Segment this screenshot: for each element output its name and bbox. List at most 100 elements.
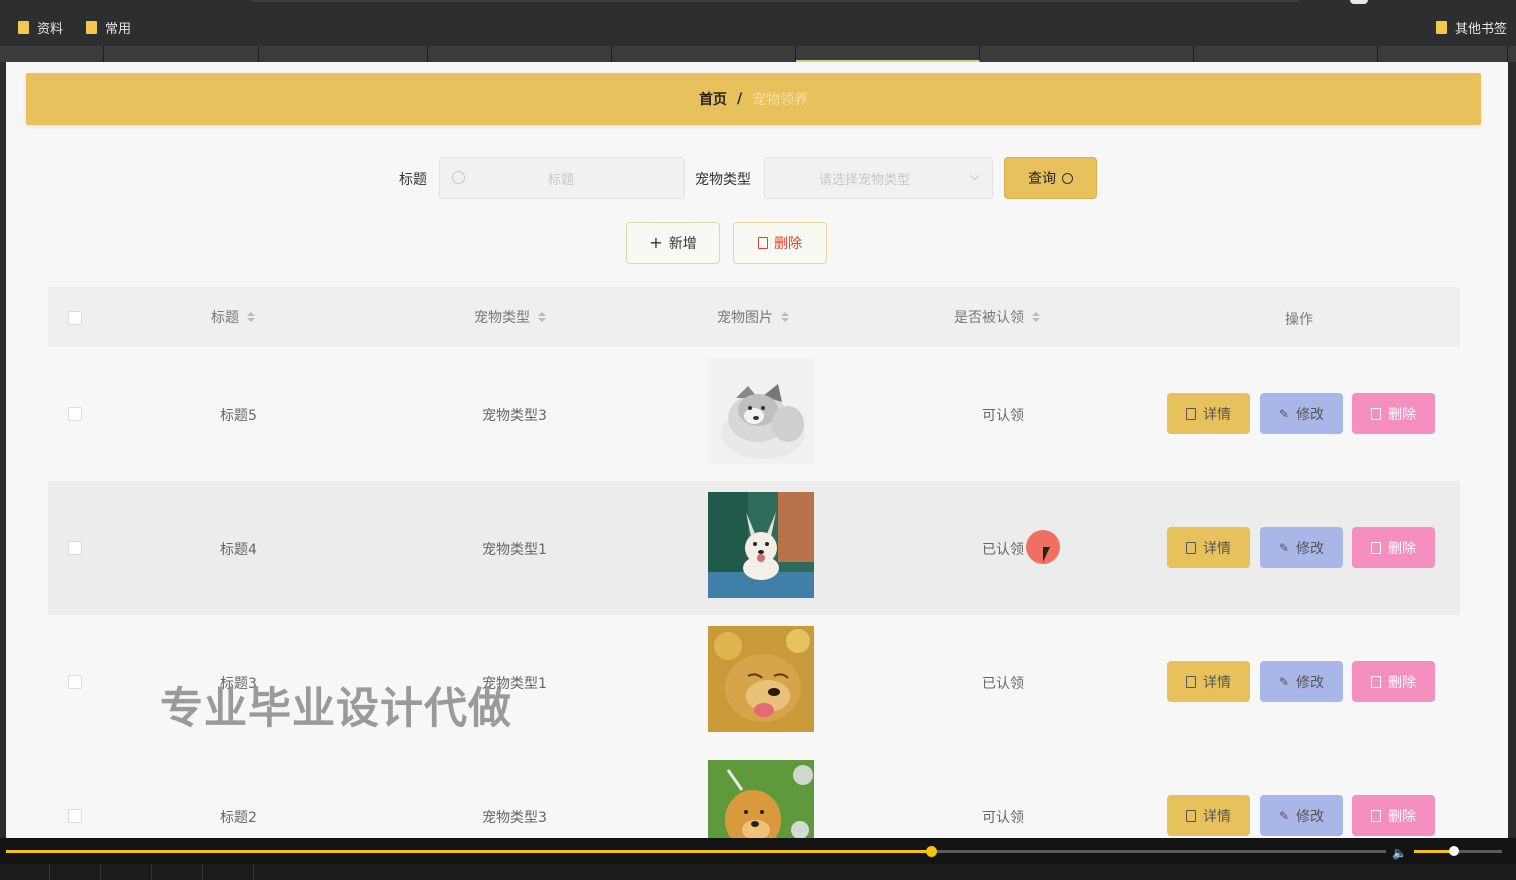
add-button[interactable]: + 新增 [626, 222, 720, 264]
pencil-icon: ✎ [1278, 406, 1290, 421]
delete-label: 删除 [1388, 674, 1416, 691]
sort-icon[interactable] [247, 312, 255, 322]
row-checkbox[interactable] [68, 407, 82, 421]
taskbar-item[interactable] [50, 864, 101, 880]
table-row[interactable]: 标题4 宠物类型1 已认领 详情 ✎ 修改 删除 [48, 481, 1460, 615]
delete-button[interactable]: 删除 [1352, 795, 1435, 836]
edit-button[interactable]: ✎ 修改 [1260, 393, 1343, 434]
query-button-label: 查询 [1028, 171, 1056, 187]
breadcrumb-home[interactable]: 首页 [699, 89, 727, 109]
row-type: 宠物类型3 [482, 810, 547, 826]
progress-fill [6, 850, 931, 853]
search-icon [1062, 172, 1073, 184]
bookmark-changyong[interactable]: 常用 [86, 18, 131, 37]
breadcrumb-separator: / [736, 91, 743, 107]
header-type[interactable]: 宠物类型 [474, 307, 546, 327]
header-title[interactable]: 标题 [211, 307, 255, 327]
pet-image-golden-grass[interactable] [708, 760, 814, 838]
row-checkbox[interactable] [68, 809, 82, 823]
delete-button[interactable]: 删除 [1352, 393, 1435, 434]
trash-icon [1371, 541, 1381, 554]
sort-icon[interactable] [538, 312, 546, 322]
sort-icon[interactable] [1032, 312, 1040, 322]
bookmark-label: 资料 [37, 21, 64, 37]
pet-image-golden[interactable] [708, 626, 814, 732]
row-checkbox[interactable] [68, 541, 82, 555]
pencil-icon: ✎ [1278, 674, 1290, 689]
header-adopted-label: 是否被认领 [954, 310, 1024, 326]
edit-button[interactable]: ✎ 修改 [1260, 527, 1343, 568]
title-search-label: 标题 [399, 172, 427, 188]
select-all-checkbox[interactable] [68, 311, 82, 325]
sort-icon[interactable] [781, 312, 789, 322]
taskbar [0, 864, 1516, 880]
row-adopted-status: 已认领 [982, 542, 1024, 558]
row-type: 宠物类型3 [482, 408, 547, 424]
mouse-pointer-icon [1043, 547, 1050, 562]
chevron-down-icon [969, 170, 980, 181]
header-image[interactable]: 宠物图片 [717, 307, 789, 327]
bookmark-label: 其他书签 [1455, 21, 1508, 37]
volume-handle[interactable] [1448, 846, 1459, 856]
row-adopted-status: 可认领 [982, 408, 1024, 424]
bookmark-ziliao[interactable]: 资料 [18, 18, 64, 37]
tab[interactable] [1194, 46, 1378, 62]
progress-handle[interactable] [925, 846, 937, 857]
trash-icon [758, 237, 768, 249]
edit-button[interactable]: ✎ 修改 [1260, 661, 1343, 702]
delete-label: 删除 [1388, 808, 1416, 825]
tab[interactable] [104, 46, 259, 62]
tab-strip [0, 46, 1516, 62]
detail-button[interactable]: 详情 [1167, 527, 1250, 568]
row-title: 标题5 [220, 408, 257, 424]
pet-image-corgi[interactable] [708, 492, 814, 598]
detail-label: 详情 [1203, 674, 1231, 691]
progress-track[interactable] [6, 850, 1386, 853]
pet-type-select[interactable]: 请选择宠物类型 [764, 157, 993, 199]
tab[interactable] [259, 46, 428, 62]
table-row[interactable]: 标题2 宠物类型3 可认领 详情 ✎ 修改 删除 [48, 749, 1460, 838]
bookmark-other[interactable]: 其他书签 [1436, 18, 1508, 37]
title-search-input[interactable]: 标题 [439, 157, 685, 199]
batch-delete-button[interactable]: 删除 [733, 222, 827, 264]
search-icon [452, 171, 465, 184]
edit-label: 修改 [1296, 808, 1325, 825]
address-bar[interactable] [250, 0, 1300, 2]
tab[interactable] [980, 46, 1194, 62]
table-row[interactable]: 标题5 宠物类型3 可认领 详情 ✎ 修改 删除 [48, 347, 1460, 481]
trash-icon [1371, 809, 1381, 822]
profile-icon[interactable] [1350, 0, 1368, 4]
volume-icon[interactable]: 🔈 [1392, 846, 1407, 860]
detail-button[interactable]: 详情 [1167, 393, 1250, 434]
taskbar-item[interactable] [203, 864, 254, 880]
trash-icon [1371, 675, 1381, 688]
tab-active[interactable] [796, 46, 980, 62]
taskbar-item[interactable] [152, 864, 203, 880]
header-adopted[interactable]: 是否被认领 [954, 307, 1040, 327]
page-viewport: 首页 / 宠物领养 标题 标题 宠物类型 请选择宠物类型 查询 + 新增 删除 … [6, 62, 1508, 838]
taskbar-item[interactable] [101, 864, 152, 880]
pet-image-husky[interactable] [708, 358, 814, 464]
row-checkbox[interactable] [68, 675, 82, 689]
tab[interactable] [612, 46, 796, 62]
detail-button[interactable]: 详情 [1167, 795, 1250, 836]
folder-icon [1436, 20, 1447, 34]
pet-table: 标题 宠物类型 宠物图片 是否被认领 操作 标题5 宠物类型3 可认领 详情 ✎… [48, 287, 1460, 838]
tab[interactable] [428, 46, 612, 62]
delete-button[interactable]: 删除 [1352, 527, 1435, 568]
header-actions-label: 操作 [1285, 312, 1313, 328]
edit-label: 修改 [1296, 406, 1325, 423]
document-icon [1186, 675, 1196, 688]
header-type-label: 宠物类型 [474, 310, 530, 326]
taskbar-item[interactable] [0, 864, 50, 880]
tab[interactable] [1378, 46, 1508, 62]
delete-button[interactable]: 删除 [1352, 661, 1435, 702]
watermark-text: 专业毕业设计代做 [160, 684, 512, 734]
trash-icon [1371, 407, 1381, 420]
detail-label: 详情 [1203, 540, 1231, 557]
delete-label: 删除 [1388, 540, 1416, 557]
detail-button[interactable]: 详情 [1167, 661, 1250, 702]
tab[interactable] [0, 46, 104, 62]
query-button[interactable]: 查询 [1004, 157, 1097, 199]
edit-button[interactable]: ✎ 修改 [1260, 795, 1343, 836]
